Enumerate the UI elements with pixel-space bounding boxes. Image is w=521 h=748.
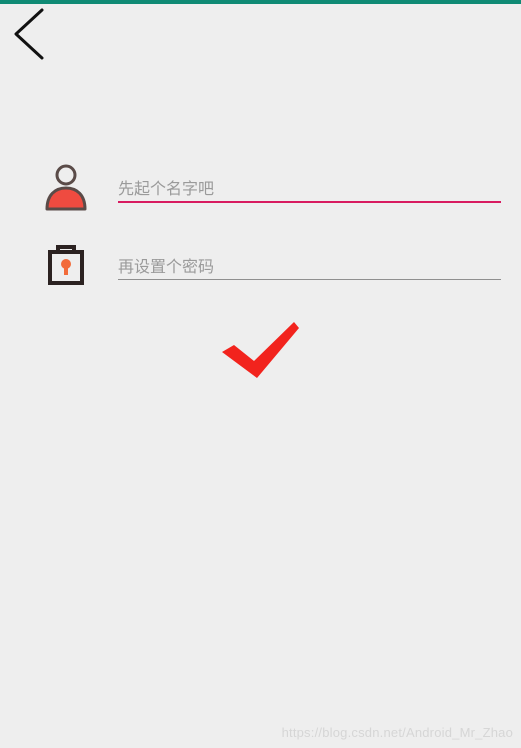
password-underline <box>118 279 501 280</box>
username-underline <box>118 201 501 203</box>
username-row <box>0 158 521 218</box>
password-input[interactable] <box>118 252 501 280</box>
user-icon <box>42 160 90 212</box>
confirm-button[interactable] <box>220 320 302 382</box>
username-input[interactable] <box>118 174 501 202</box>
back-arrow-icon <box>14 8 44 60</box>
watermark: https://blog.csdn.net/Android_Mr_Zhao <box>281 725 513 740</box>
checkmark-icon <box>222 322 299 378</box>
lock-icon <box>42 238 90 290</box>
status-accent-bar <box>0 0 521 4</box>
back-button[interactable] <box>8 6 52 62</box>
password-row <box>0 236 521 296</box>
